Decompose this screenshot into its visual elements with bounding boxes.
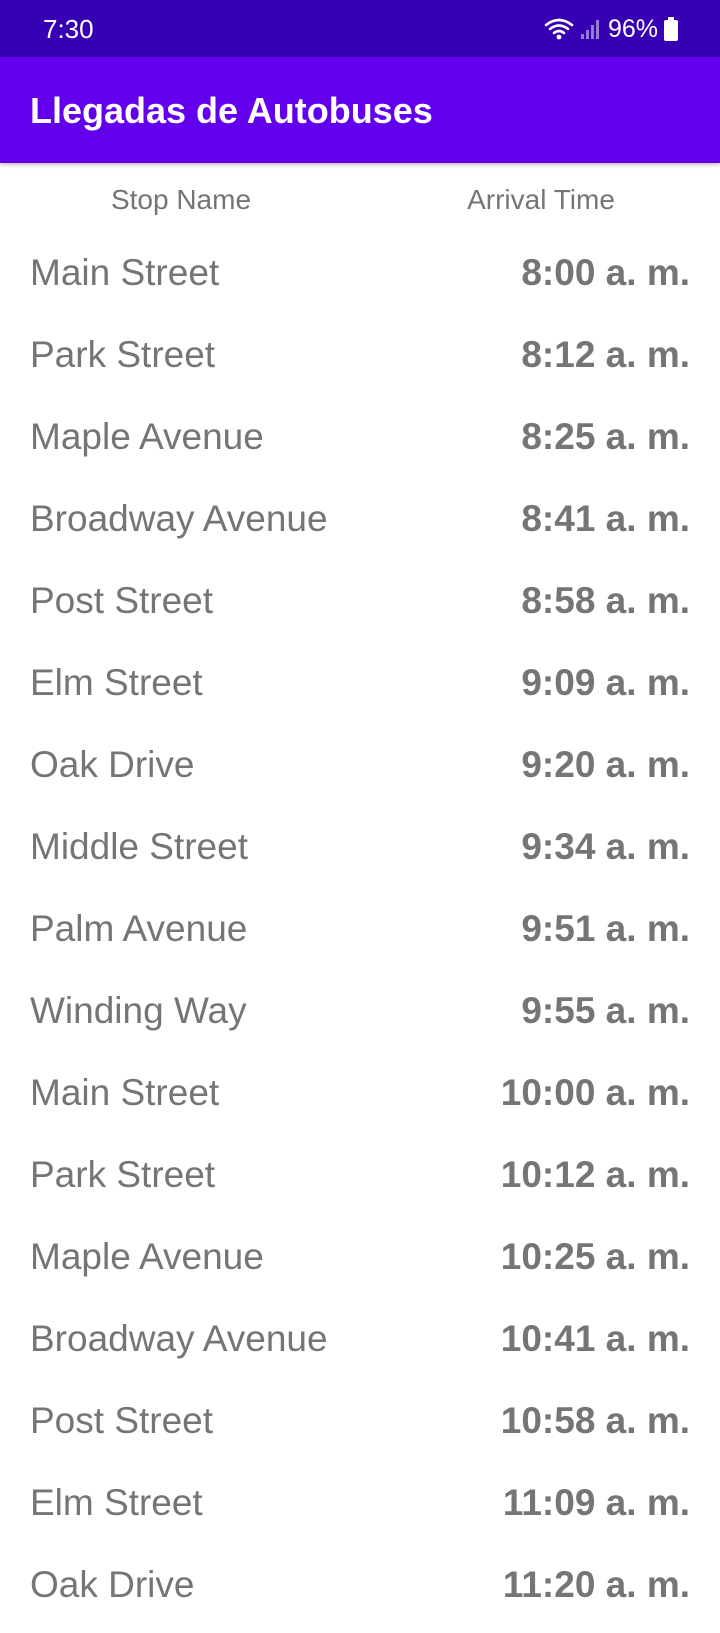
arrival-time: 10:12 a. m. [500,1154,690,1195]
app-title: Llegadas de Autobuses [30,90,433,131]
arrival-time: 9:51 a. m. [521,908,690,949]
stop-name: Main Street [30,1072,220,1113]
table-row: Park Street 8:12 a. m. [0,321,720,403]
stop-name: Park Street [30,334,216,375]
arrival-time: 9:09 a. m. [521,662,690,703]
stop-name: Main Street [30,252,220,293]
arrival-time: 10:00 a. m. [500,1072,690,1113]
status-bar: 7:30 96% [0,0,720,57]
stop-name: Maple Avenue [30,1236,264,1277]
stop-name: Broadway Avenue [30,498,328,539]
table-row: Post Street 8:58 a. m. [0,567,720,649]
arrivals-list[interactable]: Main Street 8:00 a. m. Park Street 8:12 … [0,239,720,1633]
table-row: Palm Avenue 9:51 a. m. [0,895,720,977]
status-icons: 96% [544,14,678,44]
arrival-time: 8:58 a. m. [521,580,690,621]
battery-icon [664,17,678,41]
stop-name: Palm Avenue [30,908,248,949]
stop-name: Broadway Avenue [30,1318,328,1359]
stop-name: Elm Street [30,1482,203,1523]
table-row: Elm Street 11:09 a. m. [0,1469,720,1551]
table-row: Winding Way 9:55 a. m. [0,977,720,1059]
stop-name: Elm Street [30,662,203,703]
arrival-time: 9:20 a. m. [521,744,690,785]
arrival-time: 10:58 a. m. [500,1400,690,1441]
table-row: Main Street 10:00 a. m. [0,1059,720,1141]
arrival-time: 11:09 a. m. [502,1482,690,1523]
stop-name: Post Street [30,580,214,621]
header-arrival-time: Arrival Time [467,184,615,215]
wifi-icon [544,17,574,41]
header-stop-name: Stop Name [110,184,252,215]
arrival-time: 9:34 a. m. [521,826,690,867]
table-row: Maple Avenue 8:25 a. m. [0,403,720,485]
table-row: Park Street 10:12 a. m. [0,1141,720,1223]
table-row: Elm Street 9:09 a. m. [0,649,720,731]
stop-name: Oak Drive [30,744,195,785]
stop-name: Winding Way [30,990,247,1031]
stop-name: Middle Street [30,826,248,867]
arrival-time: 8:00 a. m. [521,252,690,293]
signal-icon [580,18,602,40]
table-row: Oak Drive 9:20 a. m. [0,731,720,813]
arrival-time: 8:25 a. m. [521,416,690,457]
table-row: Maple Avenue 10:25 a. m. [0,1223,720,1305]
arrival-time: 11:20 a. m. [502,1564,690,1605]
table-header: Stop Name Arrival Time [0,163,720,239]
arrival-time: 9:55 a. m. [521,990,690,1031]
stop-name: Maple Avenue [30,416,264,457]
stop-name: Post Street [30,1400,214,1441]
table-row: Main Street 8:00 a. m. [0,239,720,321]
app-bar: Llegadas de Autobuses [0,57,720,163]
arrival-time: 10:41 a. m. [500,1318,690,1359]
stop-name: Oak Drive [30,1564,195,1605]
arrival-time: 10:25 a. m. [500,1236,690,1277]
stop-name: Park Street [30,1154,216,1195]
arrival-time: 8:41 a. m. [521,498,690,539]
table-row: Broadway Avenue 10:41 a. m. [0,1305,720,1387]
table-row: Middle Street 9:34 a. m. [0,813,720,895]
table-row: Broadway Avenue 8:41 a. m. [0,485,720,567]
status-time: 7:30 [43,14,94,44]
battery-percent: 96% [607,15,658,43]
arrival-time: 8:12 a. m. [521,334,690,375]
table-row: Post Street 10:58 a. m. [0,1387,720,1469]
table-row: Oak Drive 11:20 a. m. [0,1551,720,1633]
